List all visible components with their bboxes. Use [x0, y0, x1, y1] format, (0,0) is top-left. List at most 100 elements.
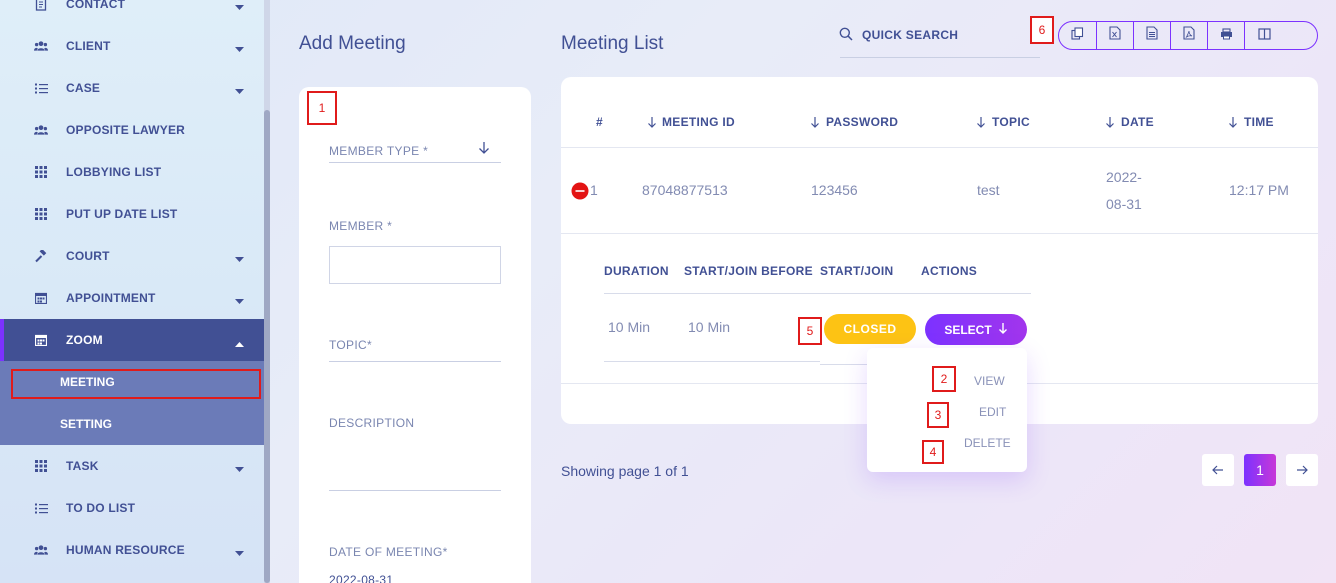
sidebar-item-human-resource[interactable]: HUMAN RESOURCE: [0, 529, 264, 571]
sidebar-item-court[interactable]: COURT: [0, 235, 264, 277]
sidebar-scrollbar-thumb[interactable]: [264, 110, 270, 583]
sidebar-item-case[interactable]: CASE: [0, 67, 264, 109]
arrow-down-icon: [998, 322, 1008, 337]
member-type-label: MEMBER TYPE *: [329, 144, 429, 158]
child-cell-start-join-before: 10 Min: [688, 319, 731, 335]
print-button[interactable]: [1208, 22, 1245, 49]
column-header-time[interactable]: TIME: [1244, 115, 1274, 129]
sidebar-item-label: HUMAN RESOURCE: [66, 543, 185, 557]
sidebar-item-client[interactable]: CLIENT: [0, 25, 264, 67]
arrow-down-icon[interactable]: [478, 141, 490, 160]
sidebar-item-label: TASK: [66, 459, 99, 473]
select-label: SELECT: [944, 322, 992, 337]
sidebar-item-label: COURT: [66, 249, 110, 263]
sidebar-item-label: PUT UP DATE LIST: [66, 207, 178, 221]
page-1-button[interactable]: 1: [1244, 454, 1276, 486]
sidebar-item-label: CONTACT: [66, 0, 126, 11]
date-of-meeting-input[interactable]: 2022-08-31: [329, 573, 393, 583]
child-header-actions: ACTIONS: [921, 264, 978, 278]
child-row-divider: [604, 361, 820, 362]
table-cell-topic: test: [977, 182, 1000, 198]
pdf-button[interactable]: [1171, 22, 1208, 49]
sidebar-item-put-up-date-list[interactable]: PUT UP DATE LIST: [0, 193, 264, 235]
description-textarea[interactable]: [329, 490, 501, 491]
child-header-start-join: START/JOIN: [820, 264, 894, 278]
export-button-group: [1058, 21, 1318, 50]
collapse-row-icon[interactable]: [571, 182, 589, 205]
caret-down-icon: [235, 294, 244, 308]
pdf-file-icon: [1183, 26, 1195, 45]
table-cell-password: 123456: [811, 182, 858, 198]
sidebar-item-contact[interactable]: CONTACT: [0, 0, 264, 25]
sidebar-item-task[interactable]: TASK: [0, 445, 264, 487]
arrow-left-icon: [1212, 462, 1224, 478]
previous-page-button[interactable]: [1202, 454, 1234, 486]
table-cell-date-line1: 2022-: [1106, 169, 1142, 185]
annotation-label-2: 2: [932, 366, 956, 392]
caret-up-icon: [235, 336, 244, 350]
annotation-label-3: 3: [927, 402, 949, 428]
sidebar-item-zoom[interactable]: ZOOM: [0, 319, 264, 361]
sort-arrow-icon: [1105, 115, 1115, 133]
caret-down-icon: [235, 252, 244, 266]
annotation-label-4: 4: [922, 440, 944, 464]
add-meeting-title: Add Meeting: [299, 33, 406, 54]
table-footer-divider: [1027, 383, 1318, 384]
caret-down-icon: [235, 42, 244, 56]
column-header-date[interactable]: DATE: [1121, 115, 1154, 129]
meeting-list-title: Meeting List: [561, 33, 664, 54]
sidebar-item-label: APPOINTMENT: [66, 291, 156, 305]
closed-status-button[interactable]: CLOSED: [824, 314, 916, 344]
csv-button[interactable]: [1134, 22, 1171, 49]
caret-down-icon: [235, 462, 244, 476]
column-header-topic[interactable]: TOPIC: [992, 115, 1030, 129]
menu-item-view[interactable]: VIEW: [974, 374, 1005, 388]
arrow-right-icon: [1296, 462, 1308, 478]
table-footer-divider: [561, 383, 867, 384]
menu-item-edit[interactable]: EDIT: [979, 405, 1006, 419]
csv-file-icon: [1146, 26, 1158, 45]
child-header-divider: [604, 293, 1031, 294]
sort-arrow-icon: [1228, 115, 1238, 133]
sort-arrow-icon: [976, 115, 986, 133]
pagination-info: Showing page 1 of 1: [561, 463, 689, 479]
sidebar-subitem-setting[interactable]: SETTING: [0, 403, 264, 445]
column-header-number[interactable]: #: [596, 115, 603, 129]
sidebar-item-lobbying-list[interactable]: LOBBYING LIST: [0, 151, 264, 193]
excel-file-icon: [1109, 26, 1121, 45]
sidebar-item-appointment[interactable]: APPOINTMENT: [0, 277, 264, 319]
actions-select-button[interactable]: SELECT: [925, 314, 1027, 345]
member-input[interactable]: [329, 246, 501, 284]
child-header-duration: DURATION: [604, 264, 669, 278]
printer-icon: [1220, 27, 1233, 45]
menu-item-delete[interactable]: DELETE: [964, 436, 1011, 450]
address-book-icon: [34, 0, 48, 11]
quick-search-underline: [840, 57, 1040, 58]
sidebar-item-label: LOBBYING LIST: [66, 165, 162, 179]
calendar-icon: [34, 333, 48, 347]
member-label: MEMBER *: [329, 219, 393, 233]
topic-input[interactable]: [329, 361, 501, 362]
column-header-password[interactable]: PASSWORD: [826, 115, 898, 129]
column-header-meeting-id[interactable]: MEETING ID: [662, 115, 735, 129]
child-cell-duration: 10 Min: [608, 319, 651, 335]
page-number-label: 1: [1256, 462, 1264, 478]
grid-icon: [34, 459, 48, 473]
closed-status-label: CLOSED: [843, 322, 897, 336]
next-page-button[interactable]: [1286, 454, 1318, 486]
caret-down-icon: [235, 84, 244, 98]
copy-button[interactable]: [1059, 22, 1097, 49]
annotation-label-5: 5: [798, 317, 822, 345]
copy-icon: [1071, 26, 1084, 45]
sidebar-item-label: OPPOSITE LAWYER: [66, 123, 186, 137]
sort-arrow-icon: [810, 115, 820, 133]
sidebar-item-opposite-lawyer[interactable]: OPPOSITE LAWYER: [0, 109, 264, 151]
sidebar-item-to-do-list[interactable]: TO DO LIST: [0, 487, 264, 529]
excel-button[interactable]: [1097, 22, 1134, 49]
columns-button[interactable]: [1245, 22, 1283, 49]
columns-icon: [1257, 27, 1271, 45]
member-type-select[interactable]: [329, 162, 501, 163]
table-cell-date-line2: 08-31: [1106, 196, 1142, 212]
sort-arrow-icon: [647, 115, 657, 133]
quick-search-input[interactable]: QUICK SEARCH: [862, 28, 958, 42]
